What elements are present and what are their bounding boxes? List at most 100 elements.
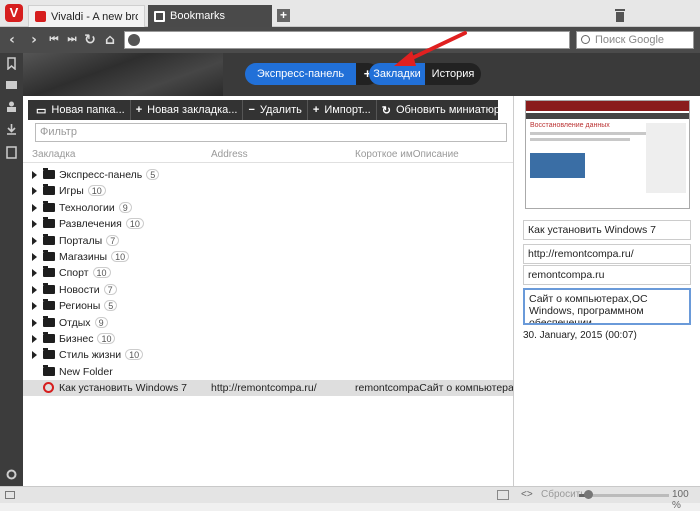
new-tab-button[interactable]: + xyxy=(277,9,290,22)
search-field[interactable]: Поиск Google xyxy=(576,31,694,49)
item-count-badge: 10 xyxy=(125,349,144,361)
fast-forward-icon[interactable]: ⏭ xyxy=(64,32,80,48)
new-folder-label: Новая папка... xyxy=(51,104,125,116)
expand-arrow-icon[interactable] xyxy=(32,187,37,196)
bookmark-description-field[interactable]: Сайт о компьютерах,ОС Windows, программн… xyxy=(523,288,691,325)
list-item[interactable]: Спорт 10 xyxy=(23,265,513,281)
column-name-header[interactable]: Закладка xyxy=(32,149,75,160)
forward-icon[interactable]: › xyxy=(26,32,42,48)
list-item[interactable]: Экспресс-панель 5 xyxy=(23,167,513,183)
expand-arrow-icon[interactable] xyxy=(32,334,37,343)
item-count-badge: 5 xyxy=(146,169,160,180)
zoom-level: 100 % xyxy=(672,489,689,511)
list-item[interactable]: Новости 7 xyxy=(23,282,513,298)
folder-name: Бизнес xyxy=(59,332,94,345)
folder-name: Стиль жизни xyxy=(59,349,122,362)
expand-arrow-icon[interactable] xyxy=(32,236,37,245)
tab-title: Bookmarks xyxy=(170,10,226,22)
zoom-slider[interactable] xyxy=(579,490,669,499)
expand-arrow-icon[interactable] xyxy=(32,252,37,261)
tab-bookmarks[interactable]: Bookmarks xyxy=(148,5,272,27)
list-item[interactable]: Отдых 9 xyxy=(23,315,513,331)
item-count-badge: 10 xyxy=(111,250,130,262)
expand-arrow-icon[interactable] xyxy=(32,220,37,229)
url-field[interactable] xyxy=(124,31,570,49)
tab-vivaldi[interactable]: Vivaldi - A new browser fo xyxy=(28,5,145,27)
folder-name: Игры xyxy=(59,185,84,198)
back-icon[interactable]: ‹ xyxy=(4,32,20,48)
list-item[interactable]: Порталы 7 xyxy=(23,233,513,249)
tab-title: Vivaldi - A new browser fo xyxy=(51,10,138,23)
folder-icon xyxy=(43,217,55,229)
trash-icon[interactable] xyxy=(614,8,626,22)
bookmark-title-field[interactable]: Как установить Windows 7 xyxy=(523,220,691,240)
search-icon xyxy=(581,35,590,44)
home-icon[interactable]: ⌂ xyxy=(102,32,118,48)
column-address-header[interactable]: Address xyxy=(211,149,248,160)
bookmark-nick-description: remontcompaСайт о компьютерах,ОС W xyxy=(355,382,513,395)
delete-button[interactable]: − Удалить xyxy=(243,100,308,120)
downloads-icon[interactable] xyxy=(5,123,18,136)
plus-icon: + xyxy=(135,104,143,116)
side-panel xyxy=(0,53,23,486)
bookmark-row-selected[interactable]: Как установить Windows 7 http://remontcom… xyxy=(23,380,513,397)
column-header: Закладка Address Короткое имОписание xyxy=(23,149,513,163)
mail-icon[interactable] xyxy=(5,78,18,91)
image-toggle-icon[interactable] xyxy=(497,490,509,500)
bookmark-panel-icon[interactable] xyxy=(5,57,18,70)
list-item[interactable]: Игры 10 xyxy=(23,183,513,199)
list-item[interactable]: Стиль жизни 10 xyxy=(23,347,513,363)
site-info-icon[interactable] xyxy=(128,34,140,46)
list-item[interactable]: Регионы 5 xyxy=(23,298,513,314)
express-panel-button[interactable]: Экспресс-панель xyxy=(245,63,356,85)
bookmark-url-field[interactable]: http://remontcompa.ru/ xyxy=(523,244,691,264)
bookmarks-manager: ▭ Новая папка... + Новая закладка... − Удал… xyxy=(23,96,700,486)
bookmark-name: Как установить Windows 7 xyxy=(59,382,188,395)
expand-arrow-icon[interactable] xyxy=(32,302,37,311)
folder-name: Экспресс-панель xyxy=(59,169,143,181)
refresh-thumbnail-button[interactable]: ↻ Обновить миниатюру... xyxy=(377,100,519,120)
expand-arrow-icon[interactable] xyxy=(32,269,37,278)
import-button[interactable]: + Импорт... xyxy=(308,100,377,120)
rewind-icon[interactable]: ⏮ xyxy=(46,32,62,48)
item-count-badge: 10 xyxy=(92,267,111,279)
import-icon: + xyxy=(312,104,320,116)
folder-name: Технологии xyxy=(59,201,115,214)
list-item[interactable]: Магазины 10 xyxy=(23,249,513,265)
column-nick-description-header[interactable]: Короткое имОписание xyxy=(355,149,459,160)
notes-icon[interactable] xyxy=(5,146,18,159)
bookmark-nickname-field[interactable]: remontcompa.ru xyxy=(523,265,691,285)
zoom-slider-knob[interactable] xyxy=(584,490,593,499)
folder-icon xyxy=(43,299,55,311)
expand-arrow-icon[interactable] xyxy=(32,171,37,179)
expand-arrow-icon[interactable] xyxy=(32,351,37,360)
expand-arrow-icon[interactable] xyxy=(32,285,37,294)
list-item[interactable]: Бизнес 10 xyxy=(23,331,513,347)
panel-toggle-icon[interactable] xyxy=(5,491,15,499)
list-item[interactable]: Развлечения 10 xyxy=(23,216,513,232)
folder-icon xyxy=(43,249,55,261)
page-actions-button[interactable]: <> xyxy=(521,489,533,500)
vivaldi-menu-button[interactable]: V xyxy=(5,4,23,22)
item-count-badge: 9 xyxy=(118,201,132,213)
item-count-badge: 10 xyxy=(97,332,116,344)
contacts-icon[interactable] xyxy=(5,100,18,113)
new-folder-button[interactable]: ▭ Новая папка... xyxy=(31,100,131,120)
settings-gear-icon[interactable] xyxy=(5,468,18,481)
vivaldi-bookmark-icon xyxy=(43,382,54,394)
folder-icon xyxy=(43,348,55,360)
filter-input[interactable]: Фильтр xyxy=(35,123,507,142)
folder-name: Магазины xyxy=(59,250,108,263)
list-item[interactable]: New Folder xyxy=(23,364,513,380)
expand-arrow-icon[interactable] xyxy=(32,318,37,327)
panel-divider[interactable] xyxy=(513,96,514,486)
folder-name: Порталы xyxy=(59,234,103,247)
reload-icon[interactable]: ↻ xyxy=(82,32,98,48)
list-item[interactable]: Технологии 9 xyxy=(23,200,513,216)
import-label: Импорт... xyxy=(324,104,371,116)
bookmarks-toolbar: ▭ Новая папка... + Новая закладка... − Удал… xyxy=(28,100,513,120)
new-bookmark-button[interactable]: + Новая закладка... xyxy=(131,100,244,120)
new-bookmark-label: Новая закладка... xyxy=(147,104,238,116)
item-count-badge: 5 xyxy=(104,300,118,312)
expand-arrow-icon[interactable] xyxy=(32,203,37,212)
